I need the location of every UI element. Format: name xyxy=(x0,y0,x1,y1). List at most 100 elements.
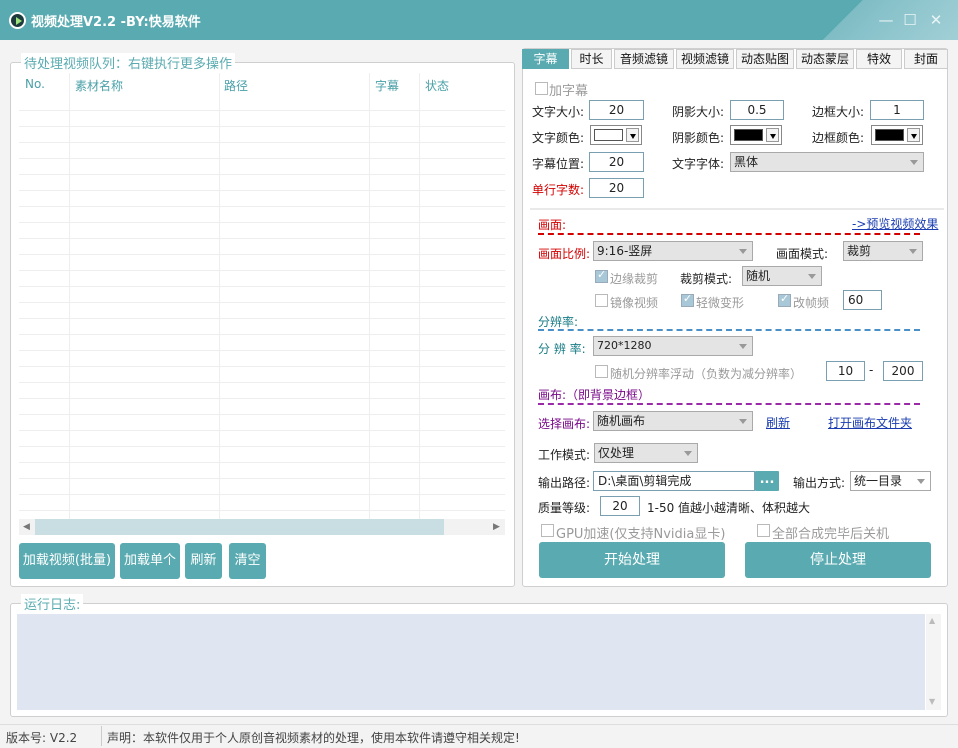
font-size-input[interactable]: 20 xyxy=(589,100,644,120)
scroll-right-icon[interactable]: ▶ xyxy=(493,522,500,532)
column-header-path[interactable]: 路径 xyxy=(224,77,248,94)
table-row[interactable] xyxy=(19,367,505,383)
table-row[interactable] xyxy=(19,239,505,255)
table-row[interactable] xyxy=(19,175,505,191)
table-row[interactable] xyxy=(19,95,505,111)
border-color-picker[interactable] xyxy=(871,125,923,145)
scrollbar-thumb[interactable] xyxy=(35,519,444,535)
column-header-no[interactable]: No. xyxy=(25,77,45,91)
table-row[interactable] xyxy=(19,351,505,367)
shadow-size-input[interactable]: 0.5 xyxy=(730,100,784,120)
preview-link[interactable]: ->预览视频效果 xyxy=(852,215,938,232)
fps-input[interactable]: 60 xyxy=(843,290,882,310)
table-row[interactable] xyxy=(19,479,505,495)
output-path-input[interactable]: D:\桌面\剪辑完成 xyxy=(593,471,755,491)
tab-effects[interactable]: 特效 xyxy=(856,49,902,69)
resolution-select[interactable]: 720*1280 xyxy=(593,336,753,356)
mirror-checkbox[interactable] xyxy=(595,294,608,307)
load-single-button[interactable]: 加载单个 xyxy=(120,543,180,579)
minimize-icon[interactable]: — xyxy=(876,10,896,30)
table-row[interactable] xyxy=(19,399,505,415)
table-row[interactable] xyxy=(19,383,505,399)
output-path-label: 输出路径: xyxy=(538,476,591,490)
tab-dynamic-sticker[interactable]: 动态贴图 xyxy=(736,49,794,69)
table-row[interactable] xyxy=(19,303,505,319)
table-row[interactable] xyxy=(19,191,505,207)
start-button[interactable]: 开始处理 xyxy=(539,542,725,578)
frame-ratio-select[interactable]: 9:16-竖屏 xyxy=(593,241,753,261)
edge-crop-checkbox[interactable] xyxy=(595,268,608,283)
quality-input[interactable]: 20 xyxy=(600,496,640,516)
column-header-name[interactable]: 素材名称 xyxy=(75,77,123,94)
table-row[interactable] xyxy=(19,111,505,127)
random-resolution-checkbox[interactable] xyxy=(595,365,608,378)
table-row[interactable] xyxy=(19,127,505,143)
tab-video-filter[interactable]: 视频滤镜 xyxy=(676,49,734,69)
table-row[interactable] xyxy=(19,223,505,239)
table-row[interactable] xyxy=(19,447,505,463)
scroll-up-icon[interactable]: ▲ xyxy=(929,616,935,625)
chevron-down-icon[interactable] xyxy=(766,128,779,142)
font-family-select[interactable]: 黑体 xyxy=(730,152,924,172)
refresh-button[interactable]: 刷新 xyxy=(185,543,222,579)
frame-divider xyxy=(538,233,920,235)
tab-cover[interactable]: 封面 xyxy=(904,49,948,69)
load-batch-button[interactable]: 加载视频(批量) xyxy=(19,543,115,579)
table-row[interactable] xyxy=(19,255,505,271)
font-family-label: 文字字体: xyxy=(672,157,725,171)
table-row[interactable] xyxy=(19,159,505,175)
shutdown-checkbox[interactable] xyxy=(757,524,770,537)
gpu-label: GPU加速(仅支持Nvidia显卡) xyxy=(556,527,726,542)
tab-duration[interactable]: 时长 xyxy=(571,49,612,69)
log-textarea[interactable] xyxy=(17,614,925,710)
subtitle-position-input[interactable]: 20 xyxy=(589,152,644,172)
table-row[interactable] xyxy=(19,207,505,223)
font-color-picker[interactable] xyxy=(590,125,642,145)
log-scrollbar[interactable] xyxy=(926,614,941,710)
column-header-status[interactable]: 状态 xyxy=(425,77,449,94)
app-logo-icon xyxy=(9,12,26,29)
tab-dynamic-mask[interactable]: 动态蒙层 xyxy=(796,49,854,69)
table-row[interactable] xyxy=(19,319,505,335)
canvas-select[interactable]: 随机画布 xyxy=(593,411,753,431)
tab-audio-filter[interactable]: 音频滤镜 xyxy=(614,49,674,69)
work-mode-select[interactable]: 仅处理 xyxy=(594,443,698,463)
add-subtitle-checkbox[interactable] xyxy=(535,82,548,95)
table-row[interactable] xyxy=(19,335,505,351)
table-row[interactable] xyxy=(19,415,505,431)
resolution-min-input[interactable]: 10 xyxy=(826,361,865,381)
frame-mode-select[interactable]: 裁剪 xyxy=(843,241,923,261)
shadow-color-picker[interactable] xyxy=(730,125,782,145)
slight-deform-checkbox[interactable] xyxy=(681,292,694,307)
scroll-left-icon[interactable]: ◀ xyxy=(23,522,30,532)
crop-mode-select[interactable]: 随机 xyxy=(742,266,822,286)
change-fps-checkbox[interactable] xyxy=(778,292,791,307)
chevron-down-icon[interactable] xyxy=(626,128,639,142)
canvas-refresh-link[interactable]: 刷新 xyxy=(766,414,790,431)
table-row[interactable] xyxy=(19,271,505,287)
clear-button[interactable]: 清空 xyxy=(229,543,266,579)
open-canvas-folder-link[interactable]: 打开画布文件夹 xyxy=(828,414,912,431)
column-header-subtitle[interactable]: 字幕 xyxy=(375,77,399,94)
output-method-select[interactable]: 统一目录 xyxy=(850,471,931,491)
browse-button[interactable]: ... xyxy=(755,471,779,491)
close-icon[interactable]: ✕ xyxy=(926,10,946,30)
maximize-icon[interactable]: ☐ xyxy=(900,10,920,30)
scroll-down-icon[interactable]: ▼ xyxy=(929,697,935,706)
crop-mode-label: 裁剪模式: xyxy=(680,272,733,286)
table-row[interactable] xyxy=(19,495,505,511)
table-row[interactable] xyxy=(19,143,505,159)
chevron-down-icon[interactable] xyxy=(907,128,920,142)
resolution-max-input[interactable]: 200 xyxy=(883,361,923,381)
shutdown-label: 全部合成完毕后关机 xyxy=(772,527,890,542)
gpu-checkbox[interactable] xyxy=(541,524,554,537)
table-row[interactable] xyxy=(19,287,505,303)
chars-per-line-input[interactable]: 20 xyxy=(589,178,644,198)
subtitle-position-label: 字幕位置: xyxy=(532,157,585,171)
table-row[interactable] xyxy=(19,431,505,447)
tab-subtitle[interactable]: 字幕 xyxy=(522,49,569,69)
border-size-input[interactable]: 1 xyxy=(870,100,924,120)
stop-button[interactable]: 停止处理 xyxy=(745,542,931,578)
border-size-label: 边框大小: xyxy=(812,105,865,119)
table-row[interactable] xyxy=(19,463,505,479)
